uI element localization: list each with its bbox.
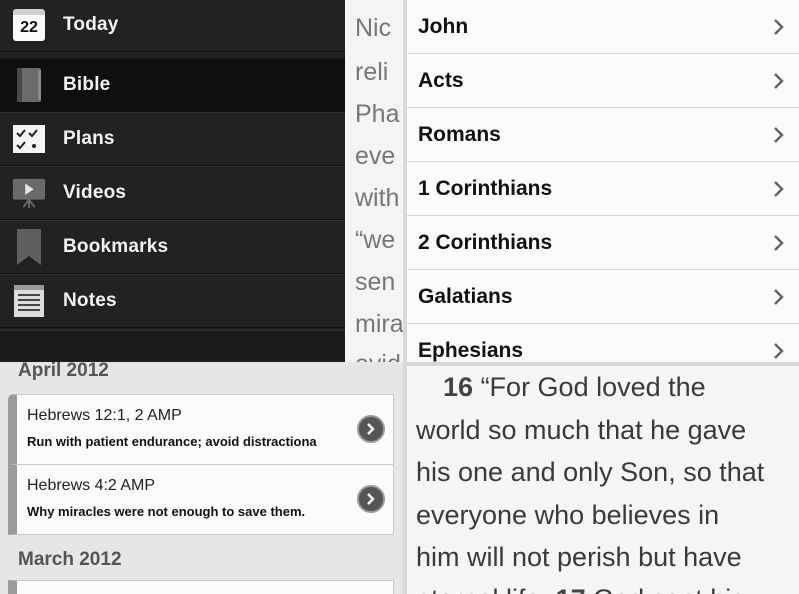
arrow-right-circle-icon[interactable] — [357, 415, 385, 443]
chevron-right-icon — [774, 342, 784, 359]
menu-footer — [0, 330, 345, 362]
book-list: John Acts Romans 1 Corinthians 2 Corinth… — [403, 0, 799, 362]
peek-line: Pha — [355, 100, 400, 128]
book-row-john[interactable]: John — [407, 0, 799, 54]
checklist-icon — [12, 122, 46, 156]
book-icon — [12, 68, 46, 102]
plan-card[interactable] — [8, 580, 394, 594]
menu-item-label: Bible — [63, 74, 111, 95]
book-name: Galatians — [418, 284, 513, 308]
menu-item-today[interactable]: 22 Today — [0, 0, 345, 52]
plan-reference: Hebrews 4:2 AMP — [27, 477, 156, 494]
book-name: John — [418, 14, 469, 38]
chevron-right-icon — [774, 180, 784, 197]
side-menu: 22 Today Bible Plans Videos Bookmarks No… — [0, 0, 345, 362]
book-name: Ephesians — [418, 338, 524, 362]
book-name: Romans — [418, 122, 501, 146]
bookmark-icon — [12, 229, 46, 265]
peek-line: with — [355, 184, 400, 212]
peek-line: reli — [355, 58, 389, 86]
chevron-right-icon — [774, 126, 784, 143]
menu-item-notes[interactable]: Notes — [0, 274, 345, 328]
notes-icon — [12, 284, 46, 318]
book-name: Acts — [418, 68, 464, 92]
book-row-romans[interactable]: Romans — [407, 108, 799, 162]
book-row-galatians[interactable]: Galatians — [407, 270, 799, 324]
calendar-icon: 22 — [12, 8, 46, 42]
book-name: 2 Corinthians — [418, 230, 553, 254]
plans-list: April 2012 Hebrews 12:1, 2 AMP Run with … — [0, 362, 403, 594]
verse-line: world so much that he gave — [416, 415, 747, 445]
menu-item-label: Plans — [63, 128, 115, 149]
menu-item-videos[interactable]: Videos — [0, 166, 345, 220]
reading-text-peek: Nic reli Pha eve with “we sen mira evid — [345, 0, 403, 362]
plan-card[interactable]: Hebrews 12:1, 2 AMP Run with patient end… — [8, 394, 394, 465]
menu-item-label: Videos — [63, 182, 127, 203]
peek-line: “we — [355, 226, 396, 254]
menu-item-label: Today — [63, 14, 119, 35]
verse-number: 17 — [556, 584, 586, 594]
menu-item-label: Notes — [63, 290, 117, 311]
menu-item-bookmarks[interactable]: Bookmarks — [0, 220, 345, 274]
plan-description: Why miracles were not enough to save the… — [27, 504, 306, 519]
verse-line: 16 “For God loved the — [443, 372, 706, 403]
plan-reference: Hebrews 12:1, 2 AMP — [27, 407, 182, 424]
peek-line: sen — [355, 268, 396, 296]
verse-line: his one and only Son, so that — [416, 457, 765, 487]
video-icon — [12, 176, 46, 210]
month-header: March 2012 — [18, 549, 122, 570]
chevron-right-icon — [774, 288, 784, 305]
verse-text: eternal life. — [416, 584, 548, 594]
menu-item-bible[interactable]: Bible — [0, 58, 345, 112]
verse-reader: 16 “For God loved the world so much that… — [403, 362, 799, 594]
book-row-acts[interactable]: Acts — [407, 54, 799, 108]
plan-card[interactable]: Hebrews 4:2 AMP Why miracles were not en… — [8, 464, 394, 535]
verse-text: “For God loved the — [480, 372, 706, 402]
peek-line: evid — [355, 350, 401, 362]
book-row-ephesians[interactable]: Ephesians — [407, 324, 799, 362]
book-name: 1 Corinthians — [418, 176, 553, 200]
peek-line: mira — [355, 310, 403, 338]
menu-item-plans[interactable]: Plans — [0, 112, 345, 166]
plan-description: Run with patient endurance; avoid distra… — [27, 434, 317, 449]
book-row-1-corinthians[interactable]: 1 Corinthians — [407, 162, 799, 216]
chevron-right-icon — [774, 72, 784, 89]
menu-item-label: Bookmarks — [63, 236, 169, 257]
peek-line: Nic — [355, 14, 392, 42]
verse-line: eternal life. 17 God sent his — [416, 584, 745, 594]
verse-line: him will not perish but have — [416, 542, 742, 572]
verse-text: God sent his — [593, 584, 745, 594]
month-header: April 2012 — [18, 362, 109, 381]
verse-line: everyone who believes in — [416, 500, 720, 530]
chevron-right-icon — [774, 18, 784, 35]
verse-number: 16 — [443, 372, 474, 402]
book-row-2-corinthians[interactable]: 2 Corinthians — [407, 216, 799, 270]
arrow-right-circle-icon[interactable] — [357, 485, 385, 513]
chevron-right-icon — [774, 234, 784, 251]
peek-line: eve — [355, 142, 396, 170]
